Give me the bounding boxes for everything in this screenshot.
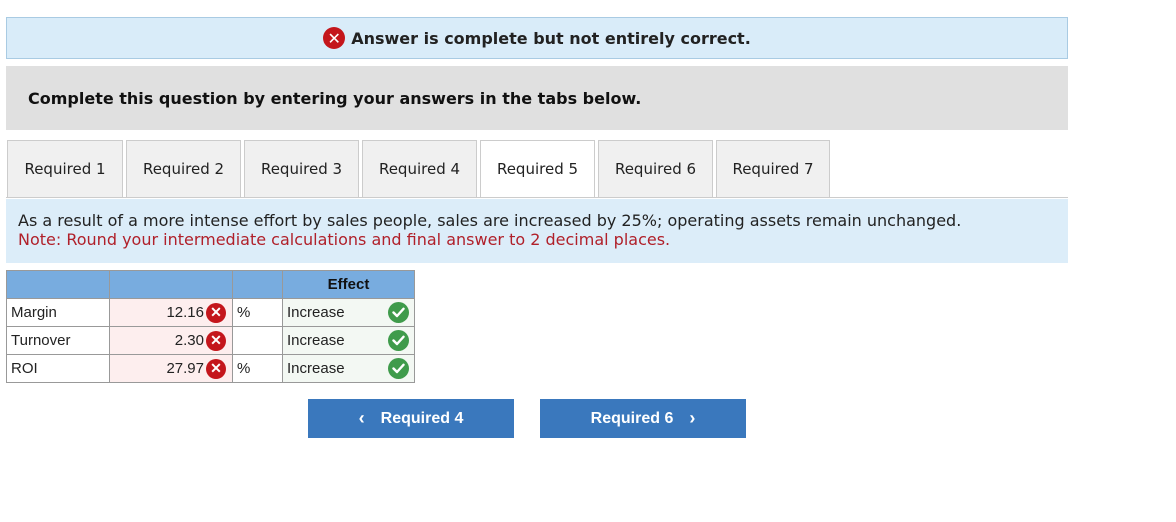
header-blank: [232, 270, 283, 299]
x-circle-icon: ✕: [323, 27, 346, 49]
effect-select[interactable]: Increase: [287, 304, 345, 321]
value-input[interactable]: 27.97: [166, 360, 204, 377]
correct-check-icon: [388, 358, 409, 379]
tab-required-2[interactable]: Required 2: [126, 140, 241, 198]
next-button-label: Required 6: [590, 409, 674, 427]
table-row: Margin 12.16 ✕ % Increase: [6, 298, 415, 327]
value-cell[interactable]: 27.97 ✕: [109, 354, 233, 383]
instructions-panel: Complete this question by entering your …: [6, 66, 1068, 130]
question-panel: As a result of a more intense effort by …: [6, 199, 1068, 263]
tab-required-1[interactable]: Required 1: [7, 140, 123, 198]
correct-check-icon: [388, 302, 409, 323]
chevron-left-icon: ‹: [358, 408, 365, 428]
correct-check-icon: [388, 330, 409, 351]
row-label: Margin: [6, 298, 110, 327]
effect-cell[interactable]: Increase: [282, 298, 415, 327]
incorrect-icon: ✕: [206, 330, 226, 351]
question-note: Note: Round your intermediate calculatio…: [18, 230, 671, 249]
incorrect-icon: ✕: [206, 358, 226, 379]
effect-select[interactable]: Increase: [287, 332, 345, 349]
answer-table: Effect Margin 12.16 ✕ % Increase Turnove…: [6, 270, 415, 383]
feedback-banner: ✕ Answer is complete but not entirely co…: [6, 17, 1068, 59]
table-header-row: Effect: [6, 270, 415, 299]
feedback-banner-text: Answer is complete but not entirely corr…: [351, 28, 751, 48]
table-row: ROI 27.97 ✕ % Increase: [6, 354, 415, 383]
effect-cell[interactable]: Increase: [282, 354, 415, 383]
row-label: Turnover: [6, 326, 110, 355]
tab-label: Required 2: [142, 160, 225, 178]
effect-cell[interactable]: Increase: [282, 326, 415, 355]
effect-select[interactable]: Increase: [287, 360, 345, 377]
tab-required-3[interactable]: Required 3: [244, 140, 359, 198]
header-blank: [6, 270, 110, 299]
tab-required-6[interactable]: Required 6: [598, 140, 713, 198]
tab-bar: Required 1 Required 2 Required 3 Require…: [7, 140, 833, 198]
tab-divider: [6, 197, 1068, 198]
chevron-right-icon: ›: [689, 408, 696, 428]
prev-required-button[interactable]: ‹ Required 4: [308, 399, 514, 438]
unit-label: %: [232, 354, 283, 383]
question-text: As a result of a more intense effort by …: [18, 211, 962, 230]
value-cell[interactable]: 12.16 ✕: [109, 298, 233, 327]
tab-label: Required 4: [378, 160, 461, 178]
prev-button-label: Required 4: [380, 409, 464, 427]
tab-label: Required 7: [732, 160, 814, 178]
incorrect-icon: ✕: [206, 302, 226, 323]
instructions-text: Complete this question by entering your …: [28, 88, 642, 108]
next-required-button[interactable]: Required 6 ›: [540, 399, 746, 438]
header-blank: [109, 270, 233, 299]
tab-required-5[interactable]: Required 5: [480, 140, 595, 198]
value-input[interactable]: 2.30: [175, 332, 204, 349]
tab-label: Required 3: [260, 160, 343, 178]
row-label: ROI: [6, 354, 110, 383]
unit-label: [232, 326, 283, 355]
value-cell[interactable]: 2.30 ✕: [109, 326, 233, 355]
tab-required-7[interactable]: Required 7: [716, 140, 830, 198]
tab-label: Required 6: [614, 160, 697, 178]
table-row: Turnover 2.30 ✕ Increase: [6, 326, 415, 355]
value-input[interactable]: 12.16: [166, 304, 204, 321]
header-effect: Effect: [282, 270, 415, 299]
tab-label: Required 5: [496, 160, 579, 178]
unit-label: %: [232, 298, 283, 327]
tab-label: Required 1: [24, 160, 106, 178]
tab-required-4[interactable]: Required 4: [362, 140, 477, 198]
